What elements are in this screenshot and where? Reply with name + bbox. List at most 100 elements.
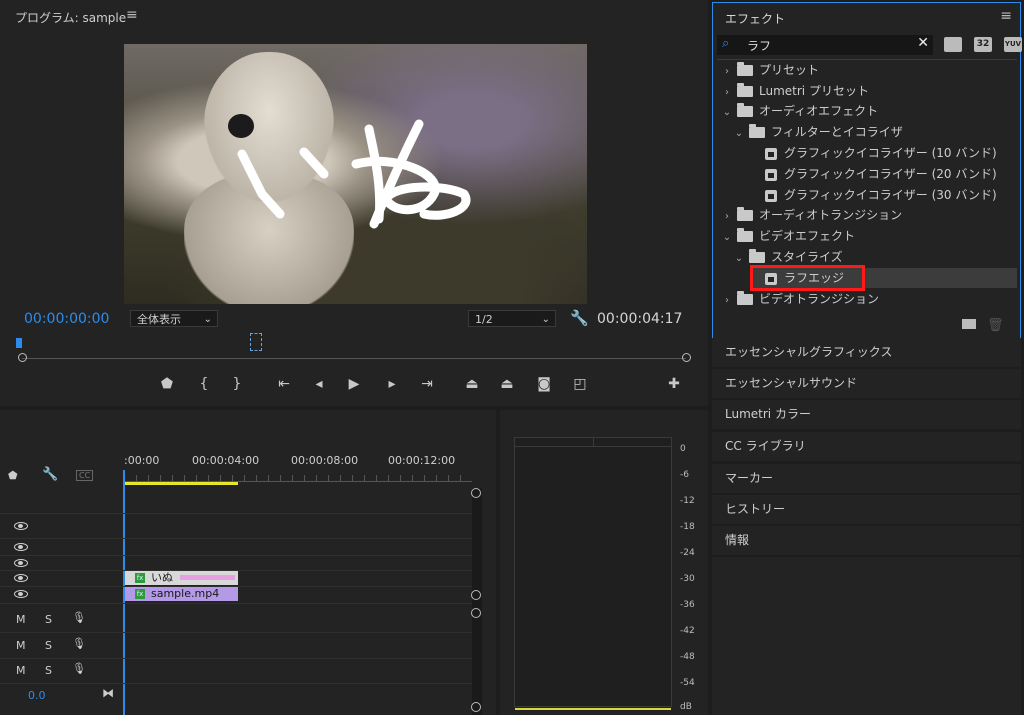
add-icon[interactable]: ✚ [665, 376, 683, 392]
solo-button[interactable]: S [45, 639, 52, 652]
scrub-end-handle[interactable] [682, 353, 691, 362]
tree-stylize[interactable]: ⌄ スタイライズ [733, 247, 843, 267]
eye-icon[interactable] [14, 559, 28, 567]
eye-icon[interactable] [14, 522, 28, 530]
mark-out-icon[interactable]: } [228, 376, 246, 392]
clear-search-icon[interactable]: ✕ [917, 35, 929, 51]
go-to-out-icon[interactable]: ⇥ [418, 376, 436, 392]
new-folder-icon[interactable] [962, 319, 976, 329]
32bit-effects-icon[interactable]: 32 [974, 37, 992, 52]
ruler-label: 00:00:12:00 [388, 454, 456, 467]
scroll-handle[interactable] [471, 608, 481, 618]
effects-panel: エフェクト ≡ ⌕ ラフ ✕ 32 YUV › プリセット › Lumetri プリ… [712, 2, 1022, 339]
lift-icon[interactable]: ⏏ [463, 376, 481, 392]
tree-audio-transitions[interactable]: › オーディオトランジション [721, 205, 902, 225]
playhead-marker[interactable] [16, 338, 22, 348]
tree-video-effects[interactable]: ⌄ ビデオエフェクト [721, 226, 855, 246]
extract-icon[interactable]: ⏏ [498, 376, 516, 392]
panel-history[interactable]: ヒストリー [712, 495, 1021, 524]
mute-button[interactable]: M [16, 639, 26, 652]
camera-icon[interactable]: ◙ [535, 376, 553, 392]
db-label: -42 [680, 626, 695, 636]
step-forward-icon[interactable]: ▸ [383, 376, 401, 392]
tree-graphic-eq-20[interactable]: グラフィックイコライザー (20 バンド) [765, 164, 997, 184]
tree-label: プリセット [759, 63, 820, 77]
search-icon: ⌕ [722, 36, 730, 51]
chevron-down-icon: ⌄ [734, 253, 744, 264]
mute-button[interactable]: M [16, 664, 26, 677]
panel-markers[interactable]: マーカー [712, 464, 1021, 493]
zoom-select[interactable]: 全体表示 ⌄ [130, 310, 218, 327]
play-icon[interactable]: ▶ [345, 376, 363, 392]
effects-search-input[interactable]: ⌕ ラフ ✕ [717, 35, 933, 55]
tree-graphic-eq-30[interactable]: グラフィックイコライザー (30 バンド) [765, 185, 997, 205]
db-label: 0 [680, 444, 686, 454]
microphone-icon[interactable]: 🎙 [72, 611, 86, 624]
eye-icon[interactable] [14, 543, 28, 551]
tree-filter-eq[interactable]: ⌄ フィルターとイコライザ [733, 122, 903, 142]
tree-presets[interactable]: › プリセット [721, 60, 819, 80]
microphone-icon[interactable]: 🎙 [72, 662, 86, 675]
scroll-handle[interactable] [471, 702, 481, 712]
clip-text[interactable]: fx いぬ [125, 571, 238, 585]
comparison-icon[interactable]: ◰ [571, 376, 589, 392]
panel-essential-graphics[interactable]: エッセンシャルグラフィックス [712, 338, 1021, 367]
accelerated-effects-icon[interactable] [944, 37, 962, 52]
trash-icon[interactable]: 🗑 [987, 318, 1004, 333]
go-to-in-icon[interactable]: ⇤ [275, 376, 293, 392]
effects-menu-icon[interactable]: ≡ [1000, 8, 1012, 24]
fx-badge-icon: fx [135, 573, 145, 583]
solo-button[interactable]: S [45, 613, 52, 626]
tree-label: フィルターとイコライザ [771, 125, 903, 139]
tree-video-transitions[interactable]: › ビデオトランジション [721, 289, 879, 309]
scrub-bar[interactable] [22, 358, 686, 359]
scrub-start-handle[interactable] [18, 353, 27, 362]
out-point-marker[interactable] [250, 333, 262, 351]
video-preview [124, 44, 587, 304]
scroll-handle[interactable] [471, 590, 481, 600]
ruler-label: 00:00:04:00 [192, 454, 260, 467]
mark-in-icon[interactable]: { [195, 376, 213, 392]
chevron-down-icon: ⌄ [734, 128, 744, 139]
clip-video[interactable]: fx sample.mp4 [125, 587, 238, 601]
time-ruler[interactable] [124, 475, 472, 482]
tree-lumetri-presets[interactable]: › Lumetri プリセット [721, 81, 869, 101]
bowtie-icon[interactable]: ⧓ [102, 686, 114, 700]
yuv-effects-icon[interactable]: YUV [1004, 37, 1022, 52]
ruler-label: 00:00:08:00 [291, 454, 359, 467]
eye-icon[interactable] [14, 590, 28, 598]
tree-graphic-eq-10[interactable]: グラフィックイコライザー (10 バンド) [765, 143, 997, 163]
current-timecode[interactable]: 00:00:00:00 [24, 311, 109, 327]
track-divider [0, 683, 472, 684]
program-monitor: プログラム: sample ≡ 00:00:00:00 全体表示 ⌄ 1/2 ⌄ 🔧… [0, 0, 708, 406]
panel-lumetri-color[interactable]: Lumetri カラー [712, 400, 1021, 429]
step-back-icon[interactable]: ◂ [310, 376, 328, 392]
tree-label: グラフィックイコライザー (20 バンド) [784, 167, 997, 181]
resolution-select[interactable]: 1/2 ⌄ [468, 310, 556, 327]
db-label: dB [680, 702, 692, 712]
tree-label: グラフィックイコライザー (10 バンド) [784, 146, 997, 160]
master-volume[interactable]: 0.0 [28, 689, 46, 702]
audio-meters-panel: 0 -6 -12 -18 -24 -30 -36 -42 -48 -54 dB [500, 410, 708, 715]
vertical-scrollbar[interactable] [472, 488, 482, 715]
chevron-down-icon: ⌄ [722, 107, 732, 118]
microphone-icon[interactable]: 🎙 [72, 637, 86, 650]
eye-icon[interactable] [14, 574, 28, 582]
wrench-icon[interactable]: 🔧 [42, 467, 58, 482]
clip-color-bar [180, 575, 235, 580]
track-divider [0, 632, 472, 633]
mute-button[interactable]: M [16, 613, 26, 626]
tree-audio-effects[interactable]: ⌄ オーディオエフェクト [721, 101, 878, 121]
wrench-icon[interactable]: 🔧 [570, 309, 589, 327]
work-area-bar[interactable] [124, 482, 238, 485]
panel-cc-libraries[interactable]: CC ライブラリ [712, 432, 1021, 461]
captions-icon[interactable]: CC [76, 470, 94, 481]
scroll-handle[interactable] [471, 488, 481, 498]
panel-essential-sound[interactable]: エッセンシャルサウンド [712, 369, 1021, 398]
add-marker-icon[interactable]: ⬟ [8, 469, 18, 482]
solo-button[interactable]: S [45, 664, 52, 677]
marker-icon[interactable]: ⬟ [158, 376, 176, 392]
program-menu-icon[interactable]: ≡ [126, 7, 138, 23]
db-label: -54 [680, 678, 695, 688]
panel-info[interactable]: 情報 [712, 526, 1021, 555]
